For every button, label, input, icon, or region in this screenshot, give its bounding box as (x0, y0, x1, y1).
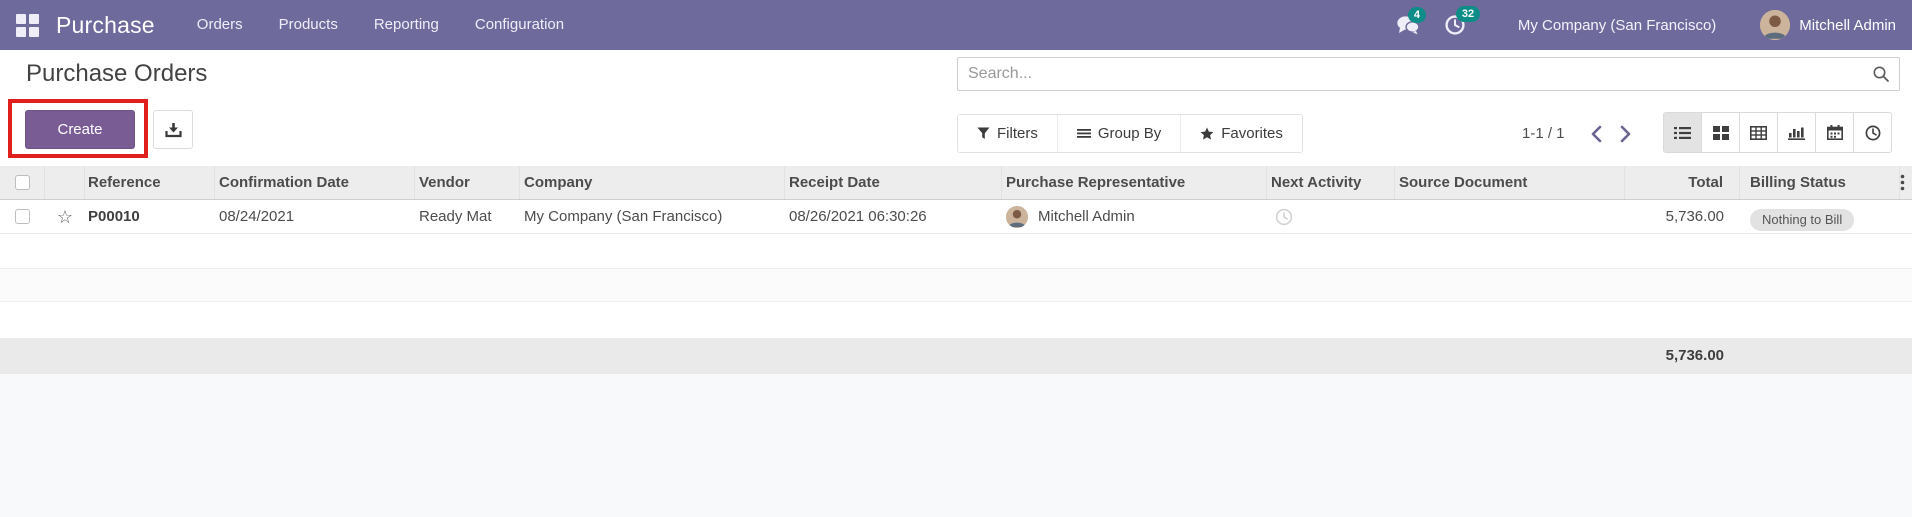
pivot-view-icon (1750, 125, 1767, 140)
header-source-document[interactable]: Source Document (1395, 166, 1625, 199)
search-bar (957, 57, 1900, 91)
cell-purchase-representative[interactable]: Mitchell Admin (1002, 200, 1267, 233)
cell-company[interactable]: My Company (San Francisco) (520, 200, 785, 233)
messages-button[interactable]: 4 (1396, 7, 1427, 35)
empty-row (0, 302, 1912, 338)
header-receipt-date[interactable]: Receipt Date (785, 166, 1002, 199)
favorite-star-icon[interactable]: ☆ (57, 208, 73, 226)
header-reference[interactable]: Reference (85, 166, 215, 199)
menu-orders[interactable]: Orders (197, 0, 243, 50)
row-checkbox-cell (0, 200, 45, 233)
pager: 1-1 / 1 (1522, 114, 1637, 153)
main-menu: Orders Products Reporting Configuration (197, 0, 564, 50)
table-header-row: Reference Confirmation Date Vendor Compa… (0, 166, 1912, 200)
representative-avatar (1006, 205, 1028, 228)
header-next-activity[interactable]: Next Activity (1267, 166, 1395, 199)
cell-confirmation-date[interactable]: 08/24/2021 (215, 200, 415, 233)
messages-count-badge: 4 (1407, 7, 1427, 23)
user-avatar (1760, 10, 1791, 40)
download-icon (164, 122, 182, 138)
cell-total[interactable]: 5,736.00 (1625, 200, 1740, 233)
kanban-view-icon (1712, 125, 1729, 140)
top-navbar: Purchase Orders Products Reporting Confi… (0, 0, 1912, 50)
menu-configuration[interactable]: Configuration (475, 0, 564, 50)
table-row[interactable]: ☆ P00010 08/24/2021 Ready Mat My Company… (0, 200, 1912, 234)
search-input[interactable] (957, 57, 1900, 91)
group-by-label: Group By (1097, 125, 1162, 142)
billing-status-badge: Nothing to Bill (1750, 208, 1855, 231)
chevron-right-icon (1619, 125, 1632, 143)
row-star-cell: ☆ (45, 200, 85, 233)
optional-columns-cell (1900, 166, 1912, 199)
empty-row (0, 268, 1912, 302)
cell-reference[interactable]: P00010 (85, 200, 215, 233)
select-all-checkbox-cell (0, 166, 45, 199)
create-button[interactable]: Create (25, 110, 135, 149)
header-billing-status[interactable]: Billing Status (1740, 166, 1900, 199)
activities-button[interactable]: 32 (1444, 6, 1481, 36)
cell-vendor[interactable]: Ready Mat (415, 200, 520, 233)
cell-receipt-date[interactable]: 08/26/2021 06:30:26 (785, 200, 1002, 233)
filters-button[interactable]: Filters (958, 115, 1057, 152)
cell-billing-status[interactable]: Nothing to Bill (1740, 200, 1900, 233)
menu-products[interactable]: Products (279, 0, 338, 50)
user-menu[interactable]: Mitchell Admin (1760, 10, 1896, 40)
filters-label: Filters (997, 125, 1038, 142)
next-activity-clock-icon[interactable] (1275, 208, 1293, 226)
header-company[interactable]: Company (520, 166, 785, 199)
kanban-view-button[interactable] (1701, 112, 1740, 153)
company-switcher[interactable]: My Company (San Francisco) (1518, 17, 1716, 34)
activities-count-badge: 32 (1455, 6, 1481, 22)
filter-funnel-icon (977, 127, 990, 140)
row-checkbox[interactable] (15, 209, 30, 224)
user-name: Mitchell Admin (1799, 16, 1896, 34)
graph-view-icon (1788, 126, 1805, 140)
pager-previous-button[interactable] (1585, 123, 1608, 145)
reference-value: P00010 (88, 208, 140, 225)
favorites-star-icon (1200, 127, 1214, 141)
header-total[interactable]: Total (1625, 166, 1740, 199)
app-brand[interactable]: Purchase (56, 12, 155, 39)
activity-view-icon (1865, 125, 1881, 141)
activity-view-button[interactable] (1853, 112, 1892, 153)
header-star-cell (45, 166, 85, 199)
column-options-dots-icon[interactable] (1900, 174, 1905, 191)
list-view-icon (1674, 126, 1691, 140)
header-vendor[interactable]: Vendor (415, 166, 520, 199)
calendar-view-icon (1826, 125, 1843, 140)
chevron-left-icon (1590, 125, 1603, 143)
apps-grid-icon[interactable] (14, 12, 40, 38)
purchase-orders-table: Reference Confirmation Date Vendor Compa… (0, 166, 1912, 517)
purchase-app-page: Purchase Orders Products Reporting Confi… (0, 0, 1912, 517)
cell-source-document[interactable] (1395, 200, 1625, 233)
content-background (0, 374, 1912, 517)
favorites-button[interactable]: Favorites (1180, 115, 1302, 152)
select-all-checkbox[interactable] (15, 175, 30, 190)
calendar-view-button[interactable] (1815, 112, 1854, 153)
pivot-view-button[interactable] (1739, 112, 1778, 153)
search-icon (1872, 65, 1890, 83)
header-purchase-representative[interactable]: Purchase Representative (1002, 166, 1267, 199)
group-by-button[interactable]: Group By (1056, 115, 1181, 152)
table-footer-sum-row: 5,736.00 (0, 338, 1912, 374)
menu-reporting[interactable]: Reporting (374, 0, 439, 50)
header-confirmation-date[interactable]: Confirmation Date (215, 166, 415, 199)
graph-view-button[interactable] (1777, 112, 1816, 153)
favorites-label: Favorites (1221, 125, 1283, 142)
representative-name: Mitchell Admin (1038, 208, 1135, 225)
list-view-button[interactable] (1663, 112, 1702, 153)
view-switcher (1663, 112, 1892, 153)
group-by-icon (1076, 128, 1091, 140)
pager-next-button[interactable] (1614, 123, 1637, 145)
search-options: Filters Group By Favorites (957, 114, 1303, 153)
export-button[interactable] (153, 110, 193, 149)
page-title: Purchase Orders (26, 60, 208, 87)
footer-total-value: 5,736.00 (1665, 347, 1724, 364)
empty-row (0, 234, 1912, 268)
cell-next-activity (1267, 200, 1395, 233)
pager-range[interactable]: 1-1 / 1 (1522, 125, 1579, 142)
